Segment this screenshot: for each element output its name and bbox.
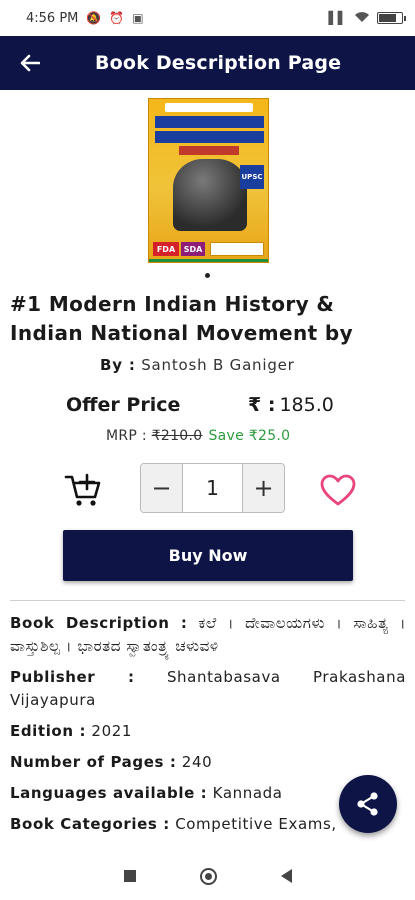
status-left: 4:56 PM 🔕 ⏰ ▣ — [26, 11, 144, 26]
add-to-cart-button[interactable] — [62, 468, 104, 510]
wifi-icon — [354, 11, 370, 26]
author-name: Santosh B Ganiger — [141, 356, 295, 374]
detail-label: Number of Pages : — [10, 753, 177, 771]
detail-value: 240 — [181, 753, 213, 771]
status-bar: 4:56 PM 🔕 ⏰ ▣ ▌▌ — [0, 0, 415, 36]
book-title: #1 Modern Indian History & Indian Nation… — [10, 292, 354, 345]
heart-icon — [320, 474, 356, 506]
status-right: ▌▌ — [328, 11, 406, 26]
detail-publisher: Publisher : Shantabasava Prakashana Vija… — [10, 666, 406, 712]
detail-label: Book Description : — [10, 614, 188, 632]
cover-decoration — [155, 131, 264, 143]
mrp-value: ₹210.0 — [151, 428, 203, 444]
app-bar: Book Description Page — [0, 36, 415, 90]
page-title: Book Description Page — [95, 52, 342, 74]
quantity-stepper: − 1 + — [140, 463, 285, 513]
cover-portraits — [173, 159, 247, 231]
detail-edition: Edition : 2021 — [10, 720, 406, 743]
cover-author-box — [210, 242, 264, 256]
buy-now-button[interactable]: Buy Now — [63, 530, 353, 581]
home-button[interactable] — [199, 867, 217, 885]
cover-decoration — [155, 116, 264, 128]
share-icon — [357, 792, 378, 816]
increase-quantity-button[interactable]: + — [242, 464, 284, 512]
mrp-label: MRP : — [106, 428, 152, 444]
offer-price-value: 185.0 — [279, 394, 334, 416]
author-label: By : — [100, 356, 136, 374]
cover-decoration — [179, 146, 239, 155]
share-button[interactable] — [339, 775, 397, 833]
detail-label: Languages available : — [10, 784, 208, 802]
cover-decoration — [149, 259, 268, 262]
system-back-button[interactable] — [280, 869, 292, 883]
mrp-line: MRP : ₹210.0 Save ₹25.0 — [106, 428, 290, 444]
book-cover-image[interactable]: UPSC FDA SDA — [148, 98, 269, 263]
cover-sda-badge: SDA — [181, 242, 205, 256]
offer-price-label: Offer Price — [66, 394, 181, 416]
alarm-icon: ⏰ — [109, 11, 125, 25]
offer-price: ₹ :185.0 — [248, 394, 334, 416]
system-nav-bar — [0, 852, 415, 900]
detail-label: Book Categories : — [10, 815, 170, 833]
detail-value: Kannada — [212, 784, 283, 802]
screenshot-icon: ▣ — [132, 11, 144, 25]
detail-value: Competitive Exams, — [175, 815, 337, 833]
cover-upsc-badge: UPSC — [240, 165, 264, 189]
carousel-indicator — [205, 273, 210, 278]
signal-icon: ▌▌ — [328, 11, 347, 25]
author-line: By : Santosh B Ganiger — [100, 356, 295, 374]
detail-label: Edition : — [10, 722, 87, 740]
cover-decoration — [165, 103, 253, 112]
status-time: 4:56 PM — [26, 10, 79, 26]
mute-icon: 🔕 — [86, 11, 102, 25]
save-amount: Save ₹25.0 — [208, 428, 291, 444]
cart-plus-icon — [64, 473, 101, 506]
decrease-quantity-button[interactable]: − — [141, 464, 183, 512]
cover-fda-badge: FDA — [153, 242, 179, 256]
recents-button[interactable] — [123, 870, 136, 882]
detail-description: Book Description : ಕಲೆ । ದೇವಾಲಯಗಳು । ಸಾಹ… — [10, 612, 406, 658]
battery-icon — [377, 12, 406, 24]
currency-symbol: ₹ : — [248, 394, 276, 416]
divider — [10, 600, 405, 601]
detail-pages: Number of Pages : 240 — [10, 751, 406, 774]
wishlist-button[interactable] — [318, 470, 358, 510]
detail-label: Publisher : — [10, 668, 135, 686]
back-button[interactable] — [0, 36, 60, 90]
quantity-value: 1 — [206, 476, 219, 500]
arrow-left-icon — [20, 54, 40, 72]
detail-value: 2021 — [91, 722, 132, 740]
